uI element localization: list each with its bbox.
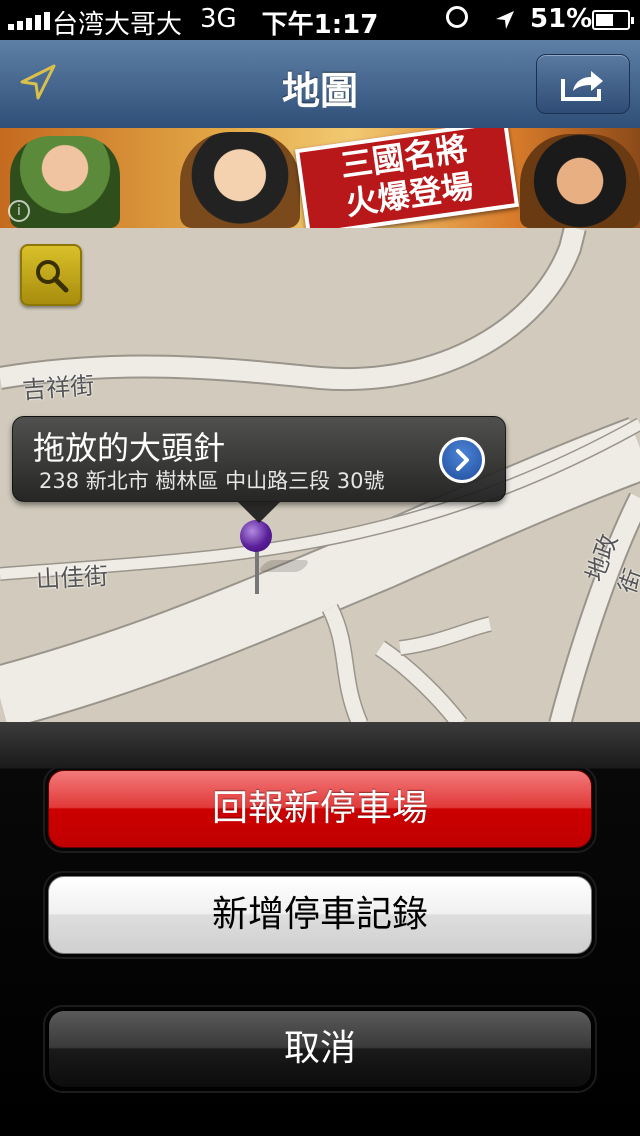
banner-headline: 三國名將 火爆登場 (294, 128, 520, 228)
search-icon (36, 260, 69, 293)
info-icon[interactable]: i (8, 200, 30, 222)
cancel-button[interactable]: 取消 (43, 1005, 597, 1093)
map-view[interactable]: 吉祥街 山佳街 地政街 拖放的大頭針 238 新北市 樹林區 中山路三段 30號 (0, 228, 640, 724)
pin-needle (255, 546, 259, 594)
map-search-button[interactable] (20, 244, 82, 306)
pin-callout[interactable]: 拖放的大頭針 238 新北市 樹林區 中山路三段 30號 (12, 416, 506, 523)
report-new-parking-button[interactable]: 回報新停車場 (43, 765, 597, 853)
rotation-lock-icon (446, 6, 468, 28)
action-sheet: 回報新停車場 新增停車記錄 取消 (0, 722, 640, 1136)
status-bar: 台湾大哥大 3G 下午1:17 51% (0, 0, 640, 40)
callout-title: 拖放的大頭針 (33, 429, 226, 467)
navigation-bar: 地圖 (0, 40, 640, 129)
street-label: 山佳街 (35, 562, 109, 594)
pin-icon[interactable] (240, 520, 272, 552)
ad-banner[interactable]: 三國名將 火爆登場 i (0, 128, 640, 228)
banner-character-art (180, 132, 300, 228)
disclosure-icon (456, 449, 469, 471)
callout-address: 238 新北市 樹林區 中山路三段 30號 (39, 469, 385, 493)
share-icon (561, 71, 603, 101)
battery-icon (592, 10, 634, 30)
location-services-icon (494, 8, 516, 38)
battery-percent: 51% (530, 4, 593, 34)
street-label: 吉祥街 (21, 371, 96, 405)
add-parking-record-button[interactable]: 新增停車記錄 (43, 871, 597, 959)
share-button[interactable] (536, 54, 630, 114)
disclosure-button[interactable] (439, 437, 485, 483)
banner-character-art (520, 134, 640, 228)
